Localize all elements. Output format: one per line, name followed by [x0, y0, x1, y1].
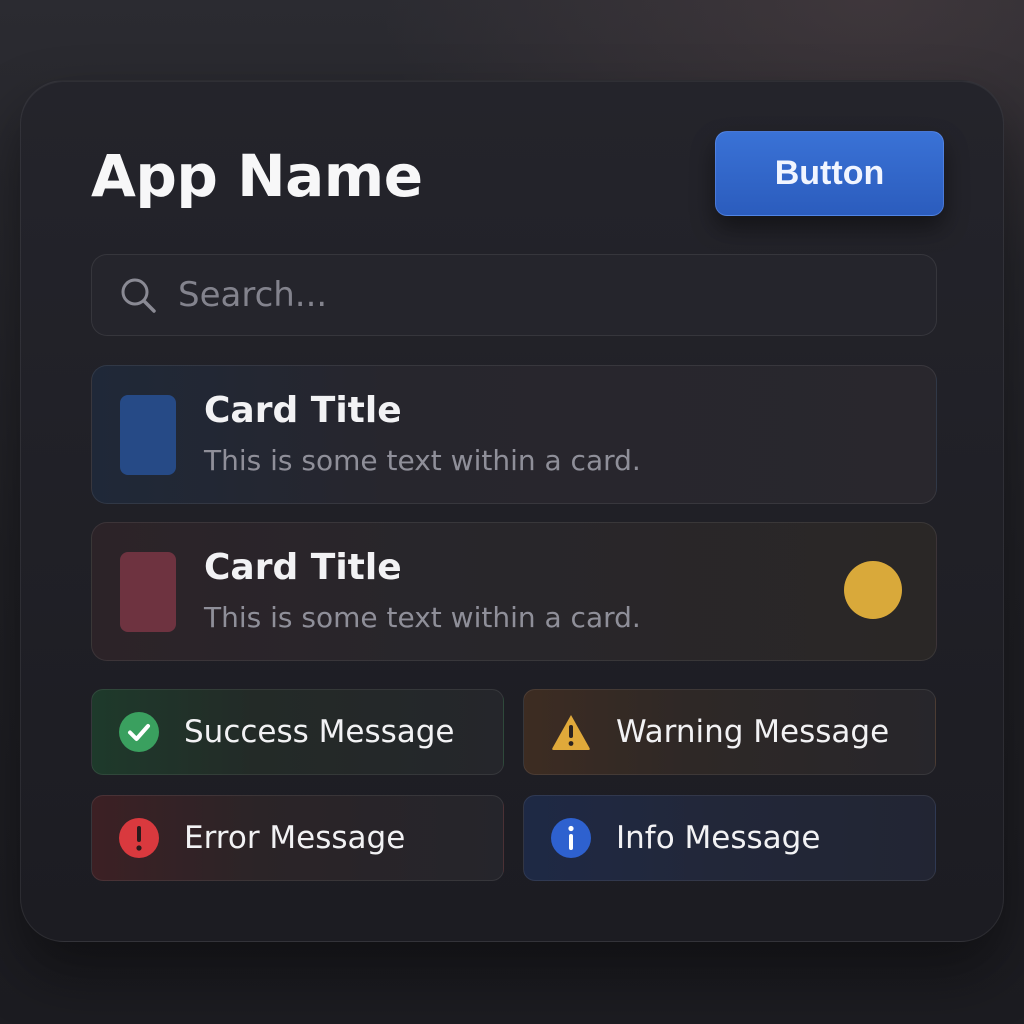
alert-label: Warning Message	[616, 714, 890, 750]
card-1[interactable]: Card Title This is some text within a ca…	[91, 365, 937, 504]
warning-triangle-icon	[550, 711, 592, 753]
card-title: Card Title	[204, 547, 402, 588]
search-bar[interactable]	[91, 254, 937, 336]
card-thumbnail	[120, 395, 176, 475]
card-2[interactable]: Card Title This is some text within a ca…	[91, 522, 937, 661]
card-thumbnail	[120, 552, 176, 632]
main-panel: App Name Button Card Title This is some …	[20, 80, 1004, 942]
alert-error[interactable]: Error Message	[91, 795, 504, 881]
alert-info[interactable]: Info Message	[523, 795, 936, 881]
alert-success[interactable]: Success Message	[91, 689, 504, 775]
status-indicator-dot	[844, 561, 902, 619]
info-circle-icon	[550, 817, 592, 859]
card-title: Card Title	[204, 390, 402, 431]
check-circle-icon	[118, 711, 160, 753]
alert-label: Success Message	[184, 714, 455, 750]
exclamation-circle-icon	[118, 817, 160, 859]
alert-label: Info Message	[616, 820, 821, 856]
app-title: App Name	[91, 142, 423, 210]
card-text: This is some text within a card.	[204, 444, 641, 477]
alert-label: Error Message	[184, 820, 406, 856]
alert-warning[interactable]: Warning Message	[523, 689, 936, 775]
card-text: This is some text within a card.	[204, 601, 641, 634]
search-input[interactable]	[178, 255, 936, 335]
primary-button[interactable]: Button	[715, 131, 944, 216]
search-icon	[118, 275, 158, 315]
